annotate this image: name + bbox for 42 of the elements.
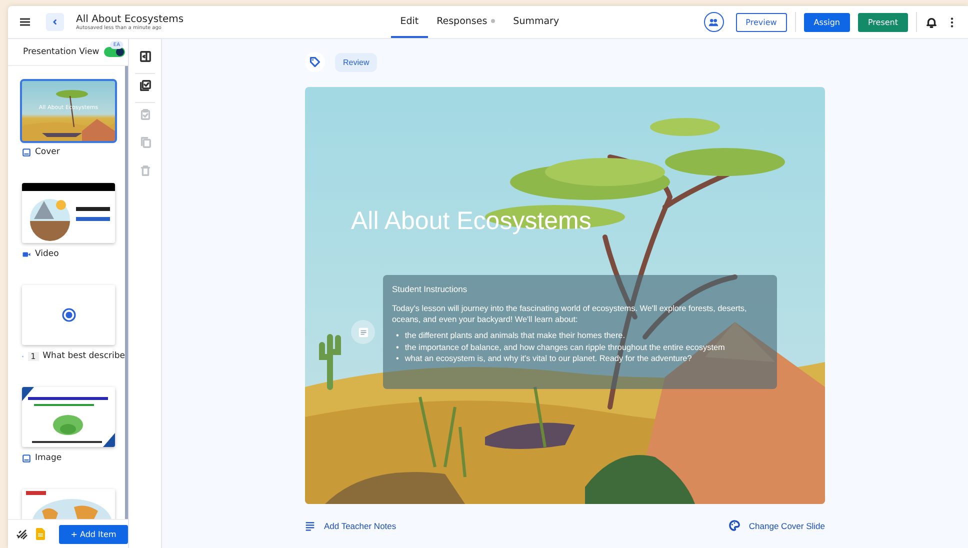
tag-icon (309, 56, 321, 68)
slide-label: Cover (35, 147, 60, 157)
slide-label: Video (35, 249, 59, 259)
tag-chip[interactable]: Review (335, 52, 378, 72)
bullet-marker: • (396, 342, 399, 353)
preview-button[interactable]: Preview (736, 12, 787, 32)
people-icon (708, 16, 720, 28)
document-title: All About Ecosystems (76, 14, 184, 24)
chevron-left-icon (52, 18, 58, 26)
toggle-label: Presentation View (23, 47, 100, 57)
checklist-icon[interactable] (138, 79, 152, 92)
lines-icon (305, 520, 315, 530)
tag-button[interactable] (305, 52, 325, 72)
palette-icon (728, 520, 740, 531)
bullet-item: the importance of balance, and how changes can ripple throughout the entire ecosystem (404, 342, 725, 353)
slide-thumbnail[interactable] (22, 285, 115, 345)
instructions-text: Today's lesson will journey into the fascinating world of ecosystems. We'll explore forests, deserts, oceans, and even your backyard! We'll learn about: (392, 302, 748, 326)
bullet-item: what an ecosystem is, and why it's vital to our planet. Ready for the adventure? (404, 352, 692, 364)
bullet-item: the different plants and animals that make their homes there. (404, 330, 626, 342)
tab[interactable]: Summary (504, 6, 568, 38)
slide-thumbnail[interactable] (22, 387, 115, 447)
presentation-view-toggle[interactable] (104, 47, 126, 57)
bullet-marker: • (396, 330, 399, 342)
add-notes-link[interactable]: Add Teacher Notes (305, 520, 396, 530)
video-icon (22, 250, 31, 258)
change-cover-link[interactable]: Change Cover Slide (728, 520, 825, 531)
question-number: 1 (28, 352, 39, 360)
bell-icon[interactable] (925, 16, 938, 28)
bullet-marker: • (396, 352, 399, 364)
people-button[interactable] (704, 12, 724, 32)
magic-wand-icon[interactable] (16, 528, 28, 540)
tab[interactable]: Responses (428, 6, 504, 38)
instructions-heading: Student Instructions (392, 284, 468, 296)
image-icon (22, 454, 31, 462)
slide-label: Image (35, 453, 62, 463)
back-button[interactable] (46, 13, 64, 31)
add-item-button[interactable]: + Add Item (59, 524, 128, 544)
slide-label: What best describe (42, 351, 125, 361)
assign-button[interactable]: Assign (804, 12, 850, 32)
side-panel-icon[interactable] (138, 50, 152, 63)
cover-slide-icon (22, 148, 31, 156)
present-button[interactable]: Present (858, 12, 908, 32)
